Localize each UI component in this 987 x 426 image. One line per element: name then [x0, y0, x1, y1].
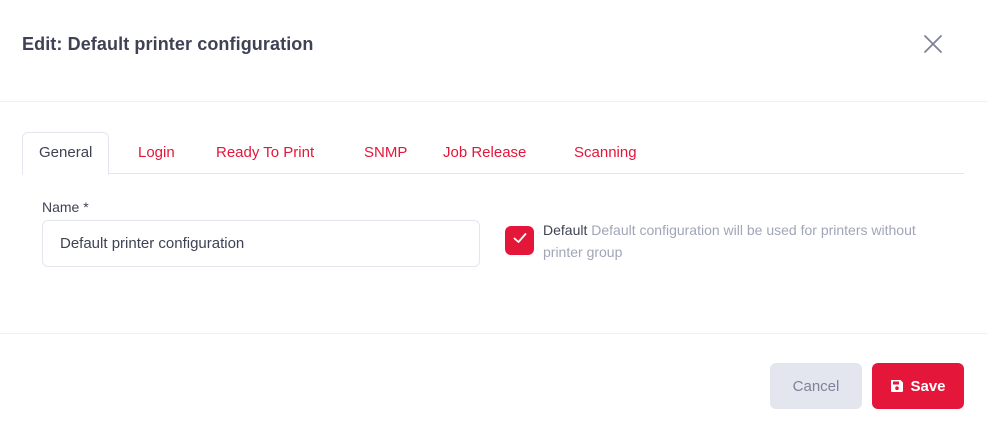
default-checkbox[interactable]	[505, 226, 534, 255]
cancel-button-label: Cancel	[792, 377, 840, 395]
tab-scanning[interactable]: Scanning	[574, 132, 637, 174]
tab-snmp[interactable]: SNMP	[364, 132, 407, 174]
tab-job-release[interactable]: Job Release	[443, 132, 526, 174]
default-checkbox-label[interactable]: Default	[543, 222, 587, 238]
dialog-title: Edit: Default printer configuration	[22, 34, 314, 54]
edit-dialog: Edit: Default printer configuration Gene…	[0, 0, 987, 426]
save-button-label: Save	[910, 377, 946, 395]
save-icon	[890, 379, 904, 393]
tab-general[interactable]: General	[22, 132, 110, 175]
name-field-label: Name *	[42, 199, 89, 215]
close-icon	[923, 34, 943, 59]
default-checkbox-help: Default configuration will be used for p…	[543, 222, 916, 260]
cancel-button[interactable]: Cancel	[770, 363, 862, 409]
tab-ready-to-print[interactable]: Ready To Print	[216, 132, 314, 174]
dialog-header: Edit: Default printer configuration	[0, 0, 987, 102]
default-checkbox-text: Default Default configuration will be us…	[543, 219, 953, 263]
tab-bar: General Login Ready To Print SNMP Job Re…	[22, 132, 964, 175]
save-button[interactable]: Save	[872, 363, 964, 409]
close-button[interactable]	[920, 33, 946, 59]
name-input[interactable]	[42, 220, 480, 267]
checkmark-icon	[512, 230, 528, 251]
tab-login[interactable]: Login	[138, 132, 175, 174]
